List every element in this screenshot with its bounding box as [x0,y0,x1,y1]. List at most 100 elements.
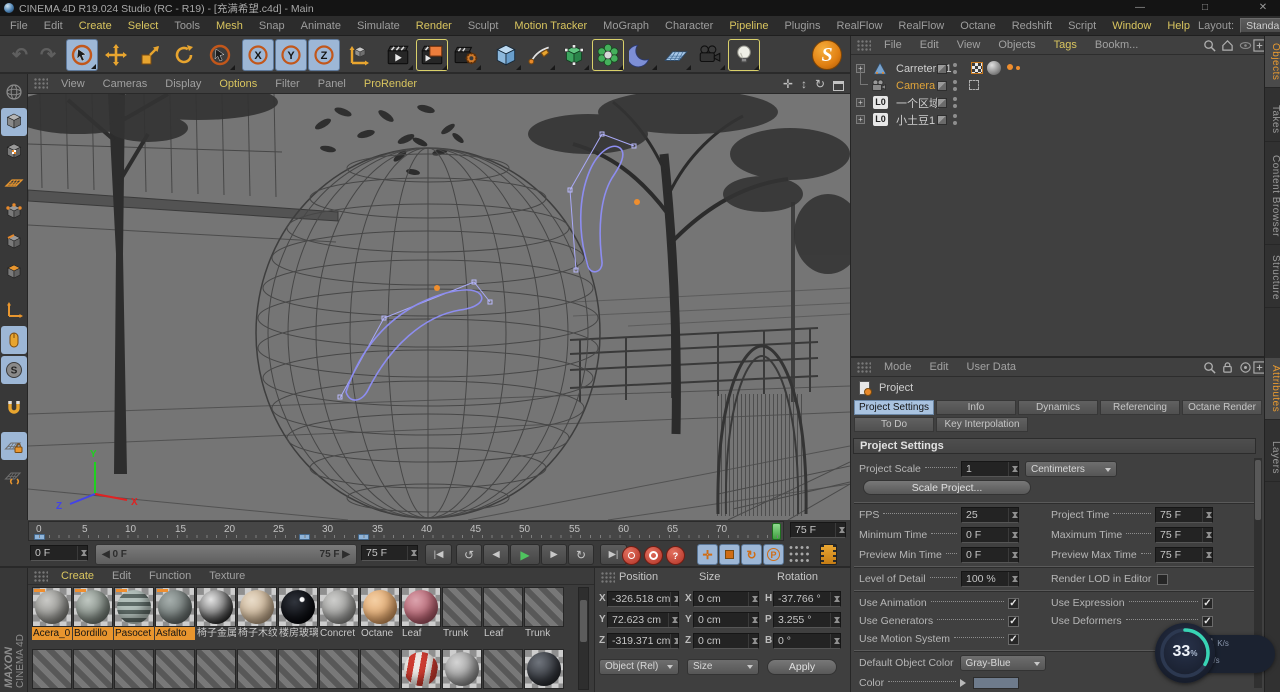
tab-key-interpolation[interactable]: Key Interpolation [936,417,1028,432]
autokey-button[interactable] [644,546,663,565]
material-item[interactable]: 楼房玻璃 [278,587,318,640]
key-position-toggle[interactable]: ✛ [697,544,718,565]
render-view-button[interactable] [382,39,414,71]
material-item[interactable] [360,649,400,689]
previous-key-button[interactable]: ↺ [456,544,482,565]
project-time-field[interactable]: 75 F [1155,507,1213,523]
material-item[interactable] [401,649,441,689]
menu-select[interactable]: Select [120,16,167,36]
editor-visibility-dot[interactable] [953,80,957,84]
minimum-time-field[interactable]: 0 F [961,527,1019,543]
material-item[interactable]: Bordillo [73,587,113,640]
material-thumbnail[interactable] [442,587,482,627]
tab-takes[interactable]: Takes [1265,98,1280,142]
keyframe-selection-button[interactable]: ? [666,546,685,565]
previous-frame-button[interactable]: ◀ [483,544,509,565]
material-item[interactable] [442,649,482,689]
material-thumbnail[interactable] [32,587,72,627]
menu-window[interactable]: Window [1104,16,1159,36]
material-item[interactable] [237,649,277,689]
attr-menu-edit[interactable]: Edit [921,361,958,373]
viewport-menu-display[interactable]: Display [156,78,210,90]
layer-toggle[interactable] [937,115,947,125]
rotation-b-field[interactable]: 0 ° [773,632,841,649]
position-y-field[interactable]: 72.623 cm [607,611,679,628]
timeline-window-icon[interactable] [820,544,837,565]
viewport-menu-prorender[interactable]: ProRender [355,78,426,90]
subdivision-surface-button[interactable] [558,39,590,71]
render-lod-checkbox[interactable] [1157,573,1169,585]
menu-script[interactable]: Script [1060,16,1104,36]
sculpt-layout-logo[interactable]: S [812,40,842,70]
tag-dot-icon[interactable] [1007,64,1013,70]
material-thumbnail[interactable] [155,587,195,627]
viewport-maximize-icon[interactable] [833,80,844,91]
menu-octane[interactable]: Octane [952,16,1003,36]
model-mode-button[interactable] [0,108,27,136]
material-item[interactable]: Concret [319,587,359,640]
axis-lock-x-button[interactable]: X [242,39,274,71]
scrollbar-thumb[interactable] [580,600,587,642]
spinner-icon[interactable] [835,523,845,537]
editor-visibility-dot[interactable] [953,97,957,101]
tag-dot-icon[interactable] [1016,66,1020,70]
viewport-menu-panel[interactable]: Panel [309,78,355,90]
texture-mode-button[interactable] [1,138,27,166]
material-thumbnail[interactable] [114,587,154,627]
use-motion-system-checkbox[interactable]: ✓ [1008,633,1019,645]
add-primitive-button[interactable] [490,39,522,71]
material-item[interactable] [114,649,154,689]
tab-layers[interactable]: Layers [1265,434,1280,483]
menu-mesh[interactable]: Mesh [208,16,251,36]
max-frame-field[interactable]: 75 F [790,522,846,538]
panel-grip-icon[interactable] [601,571,615,583]
tab-attributes[interactable]: Attributes [1265,358,1280,421]
redo-button[interactable]: ↷ [32,39,64,71]
search-icon[interactable] [1203,361,1216,374]
tab-octane-render[interactable]: Octane Render [1182,400,1262,415]
render-to-picture-viewer-button[interactable] [416,39,448,71]
project-scale-field[interactable]: 1 [961,461,1019,477]
menu-animate[interactable]: Animate [293,16,349,36]
object-row-area[interactable]: + L0 一个区域 [851,94,1264,111]
material-thumbnail[interactable] [196,587,236,627]
material-item[interactable]: Acera_0 [32,587,72,640]
render-visibility-dot[interactable] [953,87,957,91]
key-parameter-toggle[interactable]: P [763,544,784,565]
editor-visibility-dot[interactable] [953,114,957,118]
axis-mode-button[interactable] [1,296,27,324]
size-mode-dropdown[interactable]: Size [687,658,759,675]
tab-referencing[interactable]: Referencing [1100,400,1180,415]
om-menu-tags[interactable]: Tags [1045,39,1086,51]
material-item[interactable]: 椅子金属 [196,587,236,640]
coordinate-system-button[interactable] [342,39,374,71]
layout-dropdown[interactable]: Standard [1240,18,1280,33]
material-scrollbar[interactable] [578,587,589,690]
mograph-cloner-button[interactable] [592,39,624,71]
next-key-button[interactable]: ↻ [568,544,594,565]
snap-button[interactable] [1,394,27,422]
menu-tools[interactable]: Tools [166,16,208,36]
use-generators-checkbox[interactable]: ✓ [1008,615,1019,627]
panel-grip-icon[interactable] [34,78,48,89]
material-item[interactable] [524,649,564,689]
om-menu-file[interactable]: File [875,39,911,51]
level-of-detail-field[interactable]: 100 % [961,571,1019,587]
material-thumbnail[interactable] [360,587,400,627]
position-x-field[interactable]: -326.518 cm [607,590,679,607]
material-thumbnail[interactable] [73,587,113,627]
menu-plugins[interactable]: Plugins [776,16,828,36]
panel-grip-icon[interactable] [34,570,48,582]
record-keyframe-button[interactable] [622,546,641,565]
material-menu-texture[interactable]: Texture [200,570,254,582]
expand-icon[interactable]: + [856,115,865,124]
material-item[interactable]: Pasocet [114,587,154,640]
home-icon[interactable] [1221,39,1234,52]
om-menu-edit[interactable]: Edit [911,39,948,51]
material-item[interactable]: Octane [360,587,400,640]
render-visibility-dot[interactable] [953,104,957,108]
add-light-button[interactable] [728,39,760,71]
om-menu-bookmarks[interactable]: Bookm... [1086,39,1147,51]
menu-mograph[interactable]: MoGraph [595,16,657,36]
scale-tool[interactable] [134,39,166,71]
